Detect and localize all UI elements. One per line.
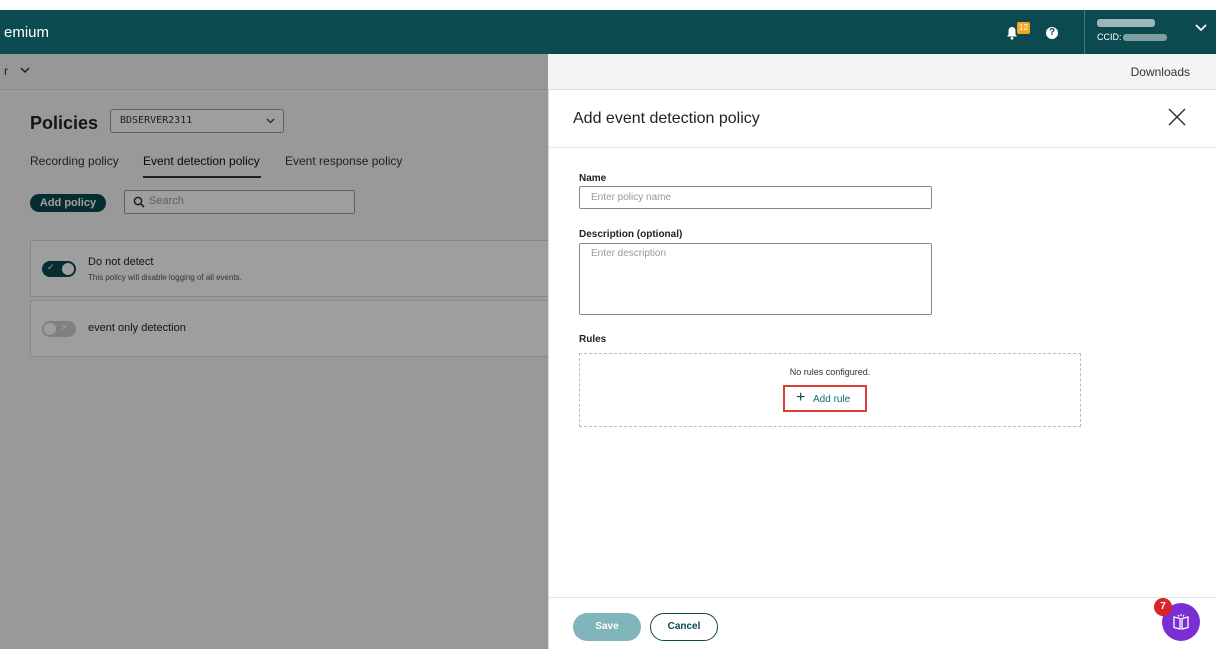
add-policy-panel: Add event detection policy Name Descript… (548, 90, 1216, 649)
policy-name-input[interactable] (579, 186, 932, 209)
help-icon[interactable]: ? (1046, 27, 1058, 39)
description-textarea[interactable] (579, 243, 932, 315)
account-menu[interactable]: CCID: (1084, 10, 1216, 54)
modal-backdrop[interactable] (0, 54, 548, 649)
chevron-down-icon (1195, 24, 1207, 32)
add-rule-label: Add rule (813, 394, 851, 405)
panel-header: Add event detection policy (549, 90, 1216, 148)
panel-title: Add event detection policy (573, 110, 760, 127)
account-name-redacted (1097, 19, 1155, 27)
ccid-value-redacted (1123, 34, 1167, 41)
save-button[interactable]: Save (573, 613, 641, 641)
cancel-button[interactable]: Cancel (650, 613, 718, 641)
description-label: Description (optional) (579, 229, 683, 240)
close-icon[interactable] (1167, 107, 1187, 127)
assistant-book-icon (1173, 614, 1189, 630)
rules-label: Rules (579, 334, 607, 345)
downloads-link[interactable]: Downloads (1131, 65, 1190, 79)
notifications-button[interactable]: 12 (1006, 22, 1032, 42)
ccid-label: CCID: (1097, 32, 1122, 42)
assistant-badge: 7 (1154, 598, 1172, 616)
name-label: Name (579, 173, 607, 184)
add-rule-button[interactable]: + Add rule (783, 385, 867, 412)
no-rules-message: No rules configured. (789, 367, 871, 377)
app-brand: emium (4, 24, 50, 41)
notification-count-badge: 12 (1017, 22, 1030, 34)
plus-icon: + (796, 389, 806, 406)
panel-footer: Save Cancel (549, 597, 1216, 649)
top-bar: emium 12 ? CCID: (0, 10, 1216, 54)
rules-container: No rules configured. + Add rule (579, 353, 1081, 427)
